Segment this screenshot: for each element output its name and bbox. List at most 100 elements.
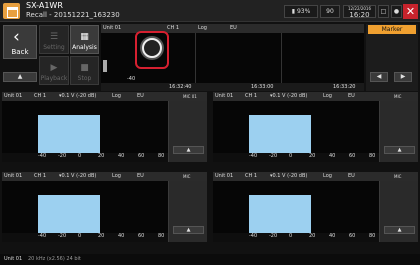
back-button[interactable]: ‹ Back [3,25,37,59]
spectrum-chart[interactable] [213,101,379,153]
panel-ch[interactable]: CH 1 [245,92,257,101]
panel-unit: Unit 01 [215,93,234,99]
analysis-label: Analysis [72,44,97,51]
panel-scroll-up-button[interactable]: ▲ [384,226,415,234]
level-bar [249,195,311,233]
recall-file-name: Recall - 20151221_163230 [26,11,120,19]
marker-next-button[interactable]: ▶ [394,72,412,82]
playback-label: Playback [40,75,68,82]
analysis-icon: ▦ [80,32,89,42]
panel-header: Unit 01 CH 1 ▾ 0.1 V (-20 dB) Log EU MIC 01 [2,92,207,101]
signal-status: 90 [320,5,340,18]
battery-percent: 93% [296,8,311,15]
level-bar [38,195,100,233]
overview-unit: Unit 01 [103,25,122,31]
playback-button[interactable]: ▶ Playback [39,56,69,85]
setting-icon: ☰ [49,32,59,42]
overview-cursor-icon[interactable] [103,60,107,72]
time-tick-2: 16:33:00 [251,84,274,90]
x-tick-label: 60 [349,153,356,159]
x-tick-label: 0 [289,233,293,239]
panel-mic: MIC 01 [183,94,197,99]
range-dropdown[interactable]: ▾ 0.1 V (-20 dB) [59,92,96,101]
level-bar [249,115,311,153]
x-tick-label: 80 [369,233,376,239]
panel-scroll-up-button[interactable]: ▲ [173,146,204,154]
panel-header: Unit 01 CH 1 ▾ 0.1 V (-20 dB) Log EU MIC [213,92,418,101]
stop-label: Stop [77,75,92,82]
spectrum-panel: Unit 01 CH 1 ▾ 0.1 V (-20 dB) Log EU MIC -40 -2… [2,172,207,252]
spectrum-chart[interactable] [2,181,168,233]
panel-log[interactable]: Log [112,172,121,181]
stop-icon: ■ [80,63,89,73]
time-label: 16:20 [349,11,370,19]
back-label: Back [11,48,29,56]
x-tick-label: 20 [98,153,105,159]
x-tick-label: 0 [78,233,82,239]
panel-eu[interactable]: EU [348,92,355,101]
spectrum-panel: Unit 01 CH 1 ▾ 0.1 V (-20 dB) Log EU MIC -40 -2… [213,172,418,252]
stop-button[interactable]: ■ Stop [70,56,99,85]
overview-log: Log [198,25,207,31]
x-tick-label: 40 [329,153,336,159]
x-tick-label: 0 [78,153,82,159]
panel-mic: MIC [394,174,402,179]
analysis-button[interactable]: ▦ Analysis [70,25,99,54]
status-info: 20 kHz (x2.56) 24 bit [28,256,81,262]
panel-eu[interactable]: EU [137,172,144,181]
help-icon[interactable]: ● [391,5,402,18]
play-icon: ▶ [50,63,58,73]
panel-unit: Unit 01 [4,173,23,179]
panel-scroll-up-button[interactable]: ▲ [384,146,415,154]
range-dropdown[interactable]: ▾ 0.1 V (-20 dB) [270,92,307,101]
x-tick-label: 40 [329,233,336,239]
x-tick-label: -20 [58,233,67,239]
level-bar [38,115,100,153]
marker-panel: Marker ◀ ▶ [366,24,418,91]
spectrum-chart[interactable] [2,101,168,153]
close-button[interactable]: ✕ [403,4,418,19]
panel-ch[interactable]: CH 1 [34,92,46,101]
x-tick-label: 20 [309,153,316,159]
x-tick-label: -20 [269,233,278,239]
x-tick-label: 0 [289,153,293,159]
overview-time-axis: 16:32:40 16:33:00 16:33:20 [101,83,364,91]
x-tick-label: 20 [98,233,105,239]
x-tick-label: 60 [138,153,145,159]
status-bar: Unit 01 20 kHz (x2.56) 24 bit [0,254,420,265]
x-tick-label: -40 [249,153,258,159]
drag-handle-icon[interactable] [142,38,162,58]
setting-button[interactable]: ☰ Setting [39,25,69,54]
spectrum-panel: Unit 01 CH 1 ▾ 0.1 V (-20 dB) Log EU MIC 01 -4… [2,92,207,172]
panel-ch[interactable]: CH 1 [34,172,46,181]
x-tick-label: 60 [349,233,356,239]
x-tick-label: 80 [369,153,376,159]
panel-eu[interactable]: EU [137,92,144,101]
x-tick-label: -40 [38,153,47,159]
panel-log[interactable]: Log [323,92,332,101]
marker-button[interactable]: Marker [368,25,416,34]
x-tick-label: 80 [158,233,165,239]
spectrum-chart[interactable] [213,181,379,233]
signal-value: 90 [326,8,334,15]
back-arrow-icon: ‹ [13,27,20,47]
panel-header: Unit 01 CH 1 ▾ 0.1 V (-20 dB) Log EU MIC [2,172,207,181]
storage-icon[interactable]: □ [378,5,389,18]
x-tick-label: 40 [118,153,125,159]
x-tick-label: 20 [309,233,316,239]
scroll-up-button[interactable]: ▲ [3,72,37,82]
panel-mic: MIC [183,174,191,179]
panel-scroll-up-button[interactable]: ▲ [173,226,204,234]
panel-ch[interactable]: CH 1 [245,172,257,181]
marker-prev-button[interactable]: ◀ [370,72,388,82]
overview-ch: CH 1 [167,25,180,31]
panel-log[interactable]: Log [323,172,332,181]
time-tick-1: 16:32:40 [169,84,192,90]
panel-range: 0.1 V (-20 dB) [272,93,308,99]
panel-eu[interactable]: EU [348,172,355,181]
panel-log[interactable]: Log [112,92,121,101]
range-dropdown[interactable]: ▾ 0.1 V (-20 dB) [270,172,307,181]
range-dropdown[interactable]: ▾ 0.1 V (-20 dB) [59,172,96,181]
spectrum-panel: Unit 01 CH 1 ▾ 0.1 V (-20 dB) Log EU MIC -40 -2… [213,92,418,172]
panel-range: 0.1 V (-20 dB) [61,93,97,99]
